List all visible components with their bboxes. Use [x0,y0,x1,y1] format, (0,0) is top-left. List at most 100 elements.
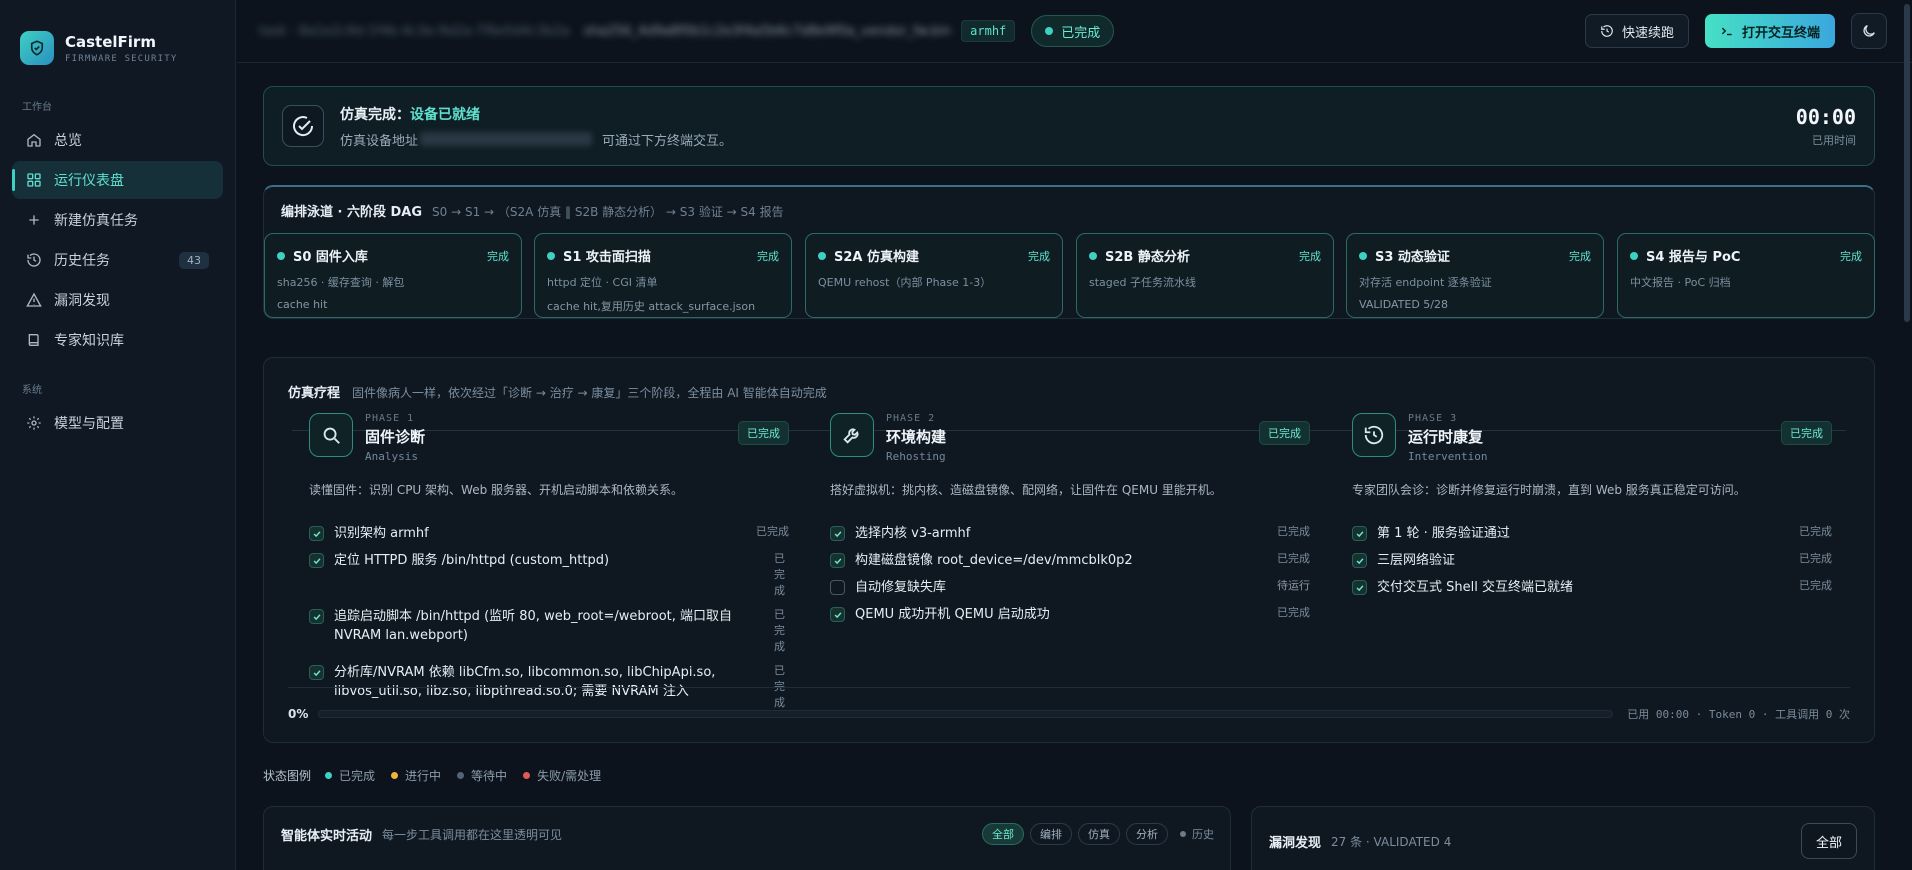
dag-subtitle: S0 → S1 → （S2A 仿真 ‖ S2B 静态分析） → S3 验证 → … [432,205,784,219]
dag-card-header: S4 报告与 PoC 完成 [1630,246,1862,265]
task-text: 分析库/NVRAM 依赖 libCfm.so, libcommon.so, li… [334,665,716,699]
task-text: 追踪启动脚本 /bin/httpd (监听 80, web_root=/webr… [334,609,733,643]
warning-icon [26,292,42,307]
dag-stage-status: 完成 [1840,249,1862,263]
legend-dot [325,772,333,779]
activity-title: 智能体实时活动 [281,828,373,844]
task-state: 已完成 [1277,525,1310,538]
history-toggle[interactable]: 历史 [1180,826,1214,842]
task-state: 已完成 [1799,525,1832,538]
dag-stage-detail: QEMU rehost（内部 Phase 1-3） [818,276,992,289]
task-state: 待运行 [1277,579,1310,592]
sidebar-item-vulns[interactable]: 漏洞发现 [12,281,223,319]
status-dot [1045,27,1054,35]
task-row: 识别架构 armhf 已完成 [309,524,789,543]
task-row: 自动修复缺失库 待运行 [830,578,1310,597]
theme-toggle-button[interactable] [1851,13,1887,49]
legend-dot [523,772,531,779]
task-row: QEMU 成功开机 QEMU 启动成功 已完成 [830,605,1310,624]
task-text: 第 1 轮 · 服务验证通过 [1377,526,1510,541]
legend-item: 等待中 [457,767,507,784]
sidebar-item-settings[interactable]: 模型与配置 [12,404,223,442]
topbar: task · 8a1e2c9d-1f4b-4c3e-9d2a-7f6e5d4c3… [237,0,1912,63]
sidebar: CastelFirm FIRMWARE SECURITY 工作台 总览 运行仪表… [0,0,236,870]
sidebar-item-overview[interactable]: 总览 [12,121,223,159]
journey-title: 仿真疗程 [288,386,341,401]
dag-card-header: S2A 仿真构建 完成 [818,246,1050,265]
phase-english-name: Intervention [1408,450,1488,463]
activity-filter-chip[interactable]: 仿真 [1078,823,1120,845]
legend-dot [391,772,399,779]
task-row: 第 1 轮 · 服务验证通过 已完成 [1352,524,1832,543]
dashboard-icon [27,173,41,187]
emulation-journey-panel: 仿真疗程 固件像病人一样，依次经过「诊断 → 治疗 → 康复」三个阶段，全程由 … [263,357,1875,743]
sidebar-item-dashboard[interactable]: 运行仪表盘 [12,161,223,199]
timer-value: 00:00 [1795,104,1856,129]
journey-stats: 已用 00:00 · Token 0 · 工具调用 0 次 [1627,708,1850,721]
dag-title: 编排泳道 · 六阶段 DAG [281,205,423,220]
checked-checkbox-icon [1352,526,1367,541]
history-count-badge: 43 [179,251,209,269]
vulns-subtitle: 27 条 · VALIDATED 4 [1331,834,1452,849]
banner-sub-suffix: 可通过下方终端交互。 [602,133,733,149]
dag-stage-title: S3 动态验证 [1375,250,1450,265]
history-icon [1352,413,1396,457]
dag-stage-card[interactable]: S2B 静态分析 完成 staged 子任务流水线 [1076,233,1334,318]
dag-stage-card[interactable]: S1 攻击面扫描 完成 httpd 定位 · CGI 清单 cache hit,复用历… [534,233,792,318]
dag-stage-note: VALIDATED 5/28 [1359,298,1449,311]
plus-icon [29,215,39,225]
activity-filter-chip[interactable]: 全部 [982,823,1024,845]
dag-stage-title: S4 报告与 PoC [1646,250,1741,265]
phase-meta: PHASE 3 运行时康复 Intervention [1408,413,1487,463]
dag-stage-detail: staged 子任务流水线 [1089,276,1197,289]
dag-stage-detail: 中文报告 · PoC 归档 [1630,276,1731,289]
sidebar-item-label: 运行仪表盘 [54,173,124,189]
device-address-blurred [420,132,593,146]
phase-header: PHASE 3 运行时康复 Intervention 已完成 [1352,413,1832,463]
resume-label: 快速续跑 [1621,25,1674,41]
vulns-all-button[interactable]: 全部 [1800,823,1857,859]
progress-bar [318,710,1614,718]
dag-stage-card[interactable]: S2A 仿真构建 完成 QEMU rehost（内部 Phase 1-3） [805,233,1063,318]
task-row: 选择内核 v3-armhf 已完成 [830,524,1310,543]
status-legend: 状态图例 已完成 进行中 等待中 失败/需处理 [263,767,617,784]
dag-stage-card[interactable]: S4 报告与 PoC 完成中文报告 · PoC 归档 [1617,233,1875,318]
sidebar-item-label: 新建仿真任务 [54,213,138,229]
task-id-blurred: task · 8a1e2c9d-1f4b-4c3e-9d2a-7f6e5d4c3… [259,23,570,39]
sidebar-item-knowledge[interactable]: 专家知识库 [12,321,223,359]
legend-dot [457,772,465,779]
legend-item: 失败/需处理 [523,767,601,784]
activity-filter-chip[interactable]: 编排 [1030,823,1072,845]
sidebar-item-history[interactable]: 历史任务 43 [12,241,223,279]
task-state: 已完成 [1799,579,1832,592]
task-state: 已完成 [774,552,785,597]
stage-status-dot [547,251,555,260]
checked-checkbox-icon [830,526,845,541]
page-scrollbar[interactable] [1904,4,1910,322]
sidebar-item-new-task[interactable]: 新建仿真任务 [12,201,223,239]
legend-title: 状态图例 [263,769,312,783]
stage-status-dot [1630,251,1638,260]
phase-task-list: 选择内核 v3-armhf 已完成 构建磁盘镜像 root_device=/dev/… [830,524,1310,624]
banner-sub-prefix: 仿真设备地址 [340,133,419,149]
journey-subtitle: 固件像病人一样，依次经过「诊断 → 治疗 → 康复」三个阶段，全程由 AI 智能… [352,386,827,400]
resume-button[interactable]: 快速续跑 [1584,14,1689,48]
phase-status-badge: 已完成 [1781,421,1832,445]
phase-english-name: Rehosting [886,450,946,463]
task-text: 自动修复缺失库 [855,580,947,595]
sidebar-item-label: 专家知识库 [54,333,124,349]
dag-panel: 编排泳道 · 六阶段 DAG S0 → S1 → （S2A 仿真 ‖ S2B 静… [263,185,1875,319]
brand[interactable]: CastelFirm FIRMWARE SECURITY [0,0,235,76]
gear-icon [27,416,41,430]
dag-stage-title: S2B 静态分析 [1105,250,1190,265]
dag-stage-note: cache hit [277,298,328,311]
stage-status-dot [818,251,826,260]
checked-checkbox-icon [309,553,324,568]
activity-filter-chip[interactable]: 分析 [1126,823,1168,845]
open-terminal-button[interactable]: 打开交互终端 [1704,14,1835,48]
arch-tag: armhf [961,20,1016,42]
dag-stage-card[interactable]: S3 动态验证 完成 对存活 endpoint 逐条验证 VALIDATED 5/28 [1346,233,1604,318]
checked-checkbox-icon [309,609,324,624]
dag-stage-card[interactable]: S0 固件入库 完成 sha256 · 缓存查询 · 解包 cache hit [264,233,522,318]
task-text: 定位 HTTPD 服务 /bin/httpd (custom_httpd) [334,553,610,568]
